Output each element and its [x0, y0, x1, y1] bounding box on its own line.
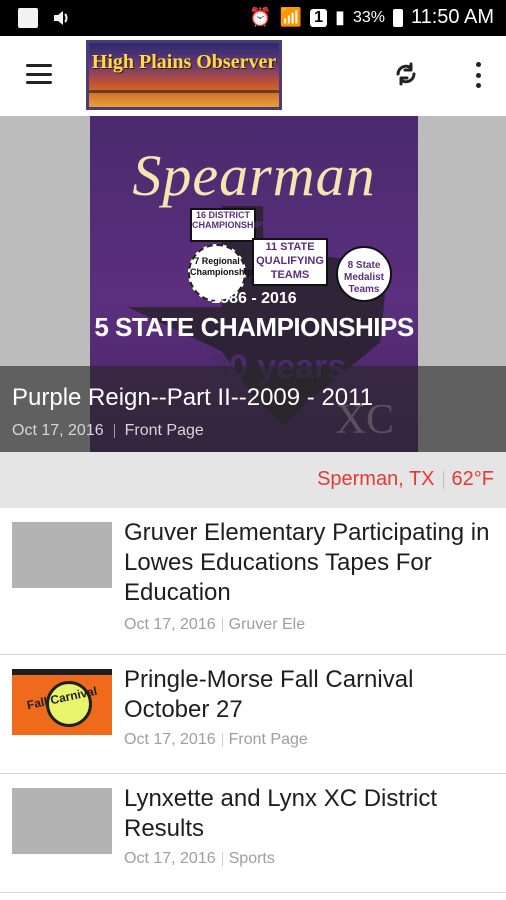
weather-location: Sperman, TX	[317, 468, 435, 490]
sim-badge: 1	[310, 8, 328, 27]
meta-divider	[221, 851, 223, 866]
article-thumbnail: Fall Carnival	[12, 669, 112, 735]
article-title[interactable]: Pringle-Morse Fall Carnival October 27	[124, 665, 494, 725]
status-right: ⏰ 📶 1 ▮ 33% 11:50 AM	[249, 6, 494, 29]
app-logo[interactable]: High Plains Observer	[86, 40, 282, 110]
image-icon	[18, 8, 38, 28]
article-list: Gruver Elementary Participating in Lowes…	[0, 508, 506, 893]
status-bar: ⏰ 📶 1 ▮ 33% 11:50 AM	[0, 0, 506, 36]
featured-meta: Oct 17, 2016 Front Page	[12, 422, 204, 440]
weather-bar[interactable]: Sperman, TX 62°F	[0, 452, 506, 508]
featured-title[interactable]: Purple Reign--Part II--2009 - 2011	[12, 384, 373, 412]
meta-divider	[221, 617, 223, 632]
meta-divider	[113, 423, 115, 438]
logo-title: High Plains Observer	[91, 51, 277, 73]
battery-percent: 33%	[352, 8, 385, 26]
status-time: 11:50 AM	[410, 6, 494, 28]
weather-temperature: 62°F	[451, 468, 494, 490]
volume-icon	[52, 8, 72, 28]
article-category: Sports	[228, 850, 275, 867]
featured-category: Front Page	[124, 422, 204, 439]
article-item[interactable]: Fall Carnival Pringle-Morse Fall Carniva…	[0, 655, 506, 774]
article-thumbnail	[12, 788, 112, 854]
article-thumbnail	[12, 522, 112, 588]
article-item[interactable]: Lynxette and Lynx XC District Results Oc…	[0, 774, 506, 893]
status-left	[18, 8, 72, 28]
alarm-icon: ⏰	[249, 7, 272, 27]
article-meta: Oct 17, 2016 Sports	[124, 850, 275, 868]
article-date: Oct 17, 2016	[124, 616, 216, 633]
featured-date: Oct 17, 2016	[12, 422, 104, 439]
poster-championships: 5 STATE CHAMPIONSHIPS	[94, 312, 414, 342]
article-item[interactable]: Gruver Elementary Participating in Lowes…	[0, 508, 506, 655]
poster-title: Spearman	[132, 143, 376, 208]
poster-badge-state-qualifying: 11 STATE QUALIFYING TEAMS	[252, 238, 328, 286]
signal-icon: ▮	[335, 7, 345, 27]
article-title[interactable]: Lynxette and Lynx XC District Results	[124, 784, 494, 844]
refresh-icon[interactable]	[392, 60, 420, 88]
featured-article[interactable]: Spearman 16 DISTRICT CHAMPIONSHIPS 7 Reg…	[0, 116, 506, 452]
article-date: Oct 17, 2016	[124, 850, 216, 867]
weather-info[interactable]: Sperman, TX 62°F	[317, 468, 494, 491]
article-meta: Oct 17, 2016 Front Page	[124, 731, 308, 749]
article-date: Oct 17, 2016	[124, 731, 216, 748]
article-category: Gruver Ele	[228, 616, 306, 633]
battery-icon	[392, 8, 403, 27]
poster-badge-district: 16 DISTRICT CHAMPIONSHIPS	[190, 208, 268, 242]
app-bar: High Plains Observer	[0, 36, 506, 116]
logo-horizon	[89, 90, 279, 93]
wifi-icon: 📶	[279, 7, 303, 27]
more-options-icon[interactable]	[474, 62, 482, 88]
weather-divider	[442, 470, 444, 489]
article-category: Front Page	[228, 731, 308, 748]
menu-icon[interactable]	[26, 64, 52, 84]
meta-divider	[221, 732, 223, 747]
poster-years: 1986 - 2016	[211, 290, 297, 307]
article-meta: Oct 17, 2016 Gruver Ele	[124, 616, 305, 634]
article-title[interactable]: Gruver Elementary Participating in Lowes…	[124, 518, 494, 608]
